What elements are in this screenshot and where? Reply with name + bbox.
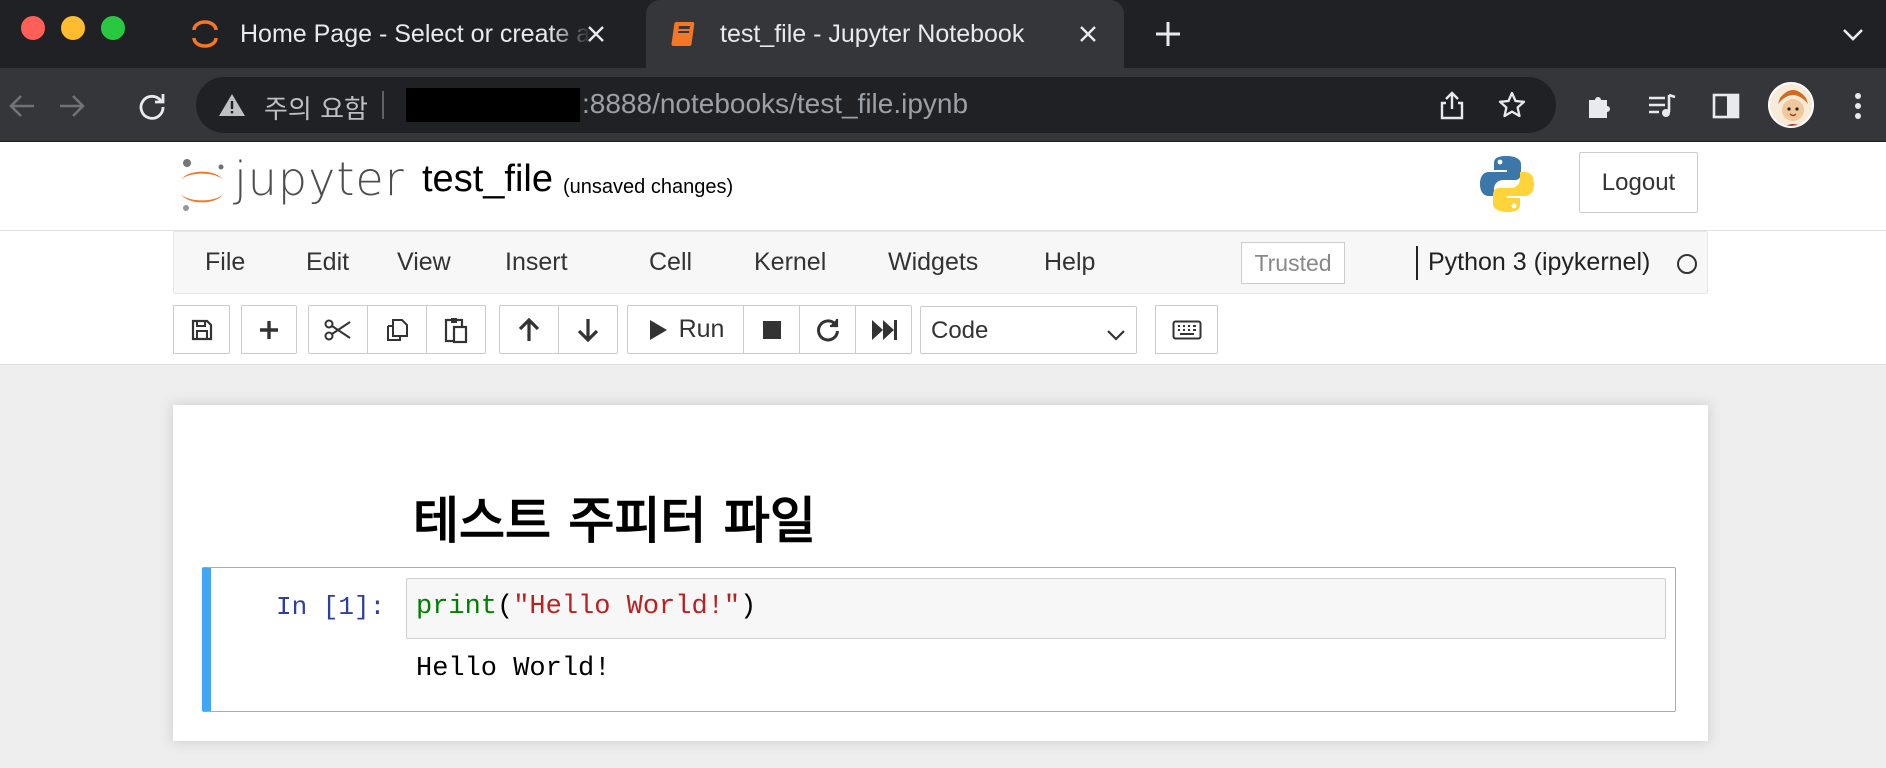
notebook-favicon-icon (668, 17, 702, 51)
paste-button[interactable] (426, 305, 486, 354)
window-close-button[interactable] (21, 16, 45, 40)
move-group (499, 305, 618, 354)
insert-cell-below-button[interactable] (241, 305, 297, 354)
arrow-down-icon (577, 318, 599, 342)
keyboard-icon (1172, 320, 1201, 339)
browser-menu-icon[interactable] (1838, 86, 1878, 126)
tab-close-icon[interactable] (582, 20, 610, 48)
menu-file[interactable]: File (205, 248, 245, 277)
share-icon[interactable] (1436, 89, 1468, 121)
code-paren-close: ) (740, 592, 757, 622)
forward-button[interactable] (54, 88, 90, 124)
markdown-heading[interactable]: 테스트 주피터 파일 (413, 481, 816, 553)
jupyter-logo-icon[interactable] (178, 156, 228, 219)
logout-button[interactable]: Logout (1579, 152, 1698, 213)
bookmark-star-icon[interactable] (1496, 89, 1528, 121)
restart-button[interactable] (799, 305, 856, 354)
window-zoom-button[interactable] (101, 16, 125, 40)
tab-home-page[interactable]: Home Page - Select or create a notebook (172, 0, 632, 68)
menu-edit[interactable]: Edit (306, 248, 349, 277)
floppy-icon (191, 319, 212, 340)
menu-widgets[interactable]: Widgets (888, 248, 978, 277)
redacted-host (406, 88, 580, 122)
kernel-idle-indicator-icon (1677, 254, 1697, 274)
tab-test-file[interactable]: test_file - Jupyter Notebook (646, 0, 1124, 68)
command-palette-group (1155, 305, 1218, 354)
save-status: (unsaved changes) (563, 176, 734, 198)
arrow-up-icon (518, 317, 540, 341)
kernel-name[interactable]: Python 3 (ipykernel) (1428, 248, 1650, 277)
menu-help[interactable]: Help (1044, 248, 1095, 277)
copy-icon (387, 318, 408, 341)
code-string: "Hello World!" (513, 592, 741, 622)
move-up-button[interactable] (499, 305, 559, 354)
code-cell[interactable]: In [1]: print("Hello World!") Hello Worl… (202, 567, 1676, 712)
code-input[interactable]: print("Hello World!") (406, 578, 1666, 639)
side-panel-icon[interactable] (1706, 86, 1746, 126)
restart-run-all-button[interactable] (855, 305, 912, 354)
menu-kernel[interactable]: Kernel (754, 248, 826, 277)
jupyter-header: jupyter test_file (unsaved changes) Logo… (0, 142, 1886, 231)
fast-forward-icon (871, 319, 897, 340)
insert-group (241, 305, 297, 354)
profile-avatar[interactable] (1768, 82, 1814, 128)
paste-icon (444, 317, 468, 343)
trusted-indicator[interactable]: Trusted (1241, 242, 1345, 284)
code-paren-open: ( (497, 592, 514, 622)
input-prompt: In [1]: (276, 592, 386, 622)
clipboard-group (308, 305, 486, 354)
address-bar[interactable]: 주의 요함 :8888/notebooks/test_file.ipynb (196, 77, 1556, 133)
menu-cell[interactable]: Cell (649, 248, 692, 277)
browser-tab-bar: Home Page - Select or create a notebook … (0, 0, 1886, 68)
reload-button[interactable] (134, 88, 170, 124)
restart-icon (816, 318, 839, 341)
notebook-name[interactable]: test_file (422, 158, 553, 201)
scissors-icon (324, 319, 351, 340)
plus-icon (260, 320, 278, 339)
notebook-toolarea: File Edit View Insert Cell Kernel Widget… (0, 231, 1886, 365)
tab-search-chevron-icon[interactable] (1838, 20, 1868, 50)
tab-close-icon[interactable] (1074, 20, 1102, 48)
run-label: Run (678, 315, 725, 343)
interrupt-button[interactable] (743, 305, 800, 354)
run-button[interactable]: Run (627, 305, 744, 354)
browser-toolbar: 주의 요함 :8888/notebooks/test_file.ipynb (0, 68, 1886, 142)
cut-button[interactable] (308, 305, 368, 354)
copy-button[interactable] (367, 305, 427, 354)
media-queue-icon[interactable] (1642, 86, 1682, 126)
python-logo-icon (1478, 154, 1536, 219)
new-tab-button[interactable] (1150, 16, 1186, 52)
menubar: File Edit View Insert Cell Kernel Widget… (173, 231, 1708, 294)
run-group: Run (627, 305, 912, 354)
cell-output: Hello World! (416, 654, 611, 684)
warning-icon[interactable] (218, 92, 246, 123)
security-status-label[interactable]: 주의 요함 (264, 89, 368, 126)
cell-type-value: Code (931, 317, 989, 344)
notebook-container: 테스트 주피터 파일 In [1]: print("Hello World!")… (173, 405, 1708, 741)
jupyter-favicon-icon (188, 17, 222, 51)
save-button[interactable] (173, 305, 230, 354)
menu-view[interactable]: View (397, 248, 451, 277)
play-icon (649, 319, 667, 340)
window-minimize-button[interactable] (61, 16, 85, 40)
stop-icon (762, 320, 781, 339)
code-function: print (416, 592, 498, 622)
menu-insert[interactable]: Insert (505, 248, 568, 277)
chevron-down-icon (1106, 321, 1126, 349)
jupyter-logo-text[interactable]: jupyter (234, 152, 405, 206)
kernel-separator (1416, 246, 1418, 280)
tab-title: test_file - Jupyter Notebook (720, 19, 1025, 48)
tab-title: Home Page - Select or create a notebook (240, 19, 592, 48)
command-palette-button[interactable] (1155, 305, 1218, 354)
extensions-puzzle-icon[interactable] (1580, 86, 1620, 126)
address-separator (382, 91, 384, 119)
move-down-button[interactable] (558, 305, 618, 354)
url-text[interactable]: :8888/notebooks/test_file.ipynb (582, 88, 968, 120)
back-button[interactable] (4, 88, 40, 124)
cell-type-select[interactable]: Code (920, 306, 1137, 354)
save-group (173, 305, 230, 354)
